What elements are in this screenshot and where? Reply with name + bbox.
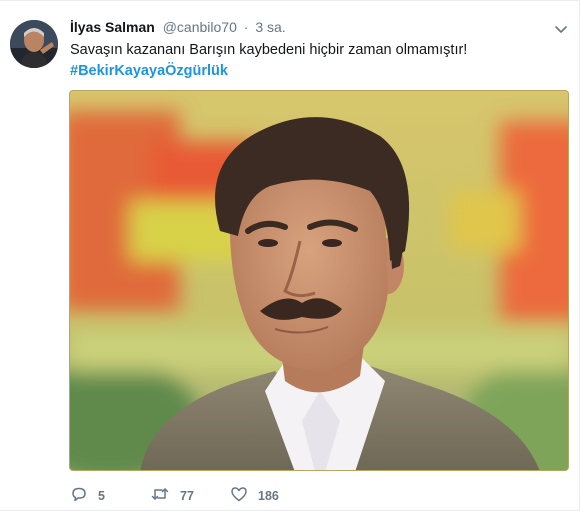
- header-separator: ·: [243, 19, 249, 35]
- author-handle[interactable]: @canbilo70: [163, 19, 237, 35]
- avatar[interactable]: [10, 20, 58, 68]
- chevron-down-icon[interactable]: [553, 21, 569, 37]
- like-count: 186: [258, 488, 279, 503]
- retweet-icon: [150, 485, 170, 506]
- reply-icon: [70, 485, 88, 506]
- author-name[interactable]: İlyas Salman: [70, 19, 155, 35]
- retweet-button[interactable]: 77: [150, 485, 230, 506]
- tweet-actions: 5 77 186: [70, 485, 310, 506]
- portrait-photo: [70, 91, 568, 470]
- reply-count: 5: [98, 488, 105, 503]
- reply-button[interactable]: 5: [70, 485, 150, 506]
- avatar-image: [10, 20, 58, 68]
- heart-icon: [230, 485, 248, 506]
- like-button[interactable]: 186: [230, 485, 310, 506]
- tweet-card[interactable]: İlyas Salman @canbilo70 · 3 sa. Savaşın …: [0, 0, 580, 511]
- tweet-header: İlyas Salman @canbilo70 · 3 sa.: [70, 18, 539, 36]
- tweet-body: Savaşın kazananı Barışın kaybedeni hiçbi…: [70, 42, 468, 58]
- tweet-photo[interactable]: [69, 90, 569, 471]
- tweet-text: Savaşın kazananı Barışın kaybedeni hiçbi…: [70, 40, 559, 82]
- tweet-timestamp[interactable]: 3 sa.: [255, 19, 285, 35]
- hashtag-link[interactable]: #BekirKayayaÖzgürlük: [70, 61, 559, 82]
- retweet-count: 77: [180, 488, 194, 503]
